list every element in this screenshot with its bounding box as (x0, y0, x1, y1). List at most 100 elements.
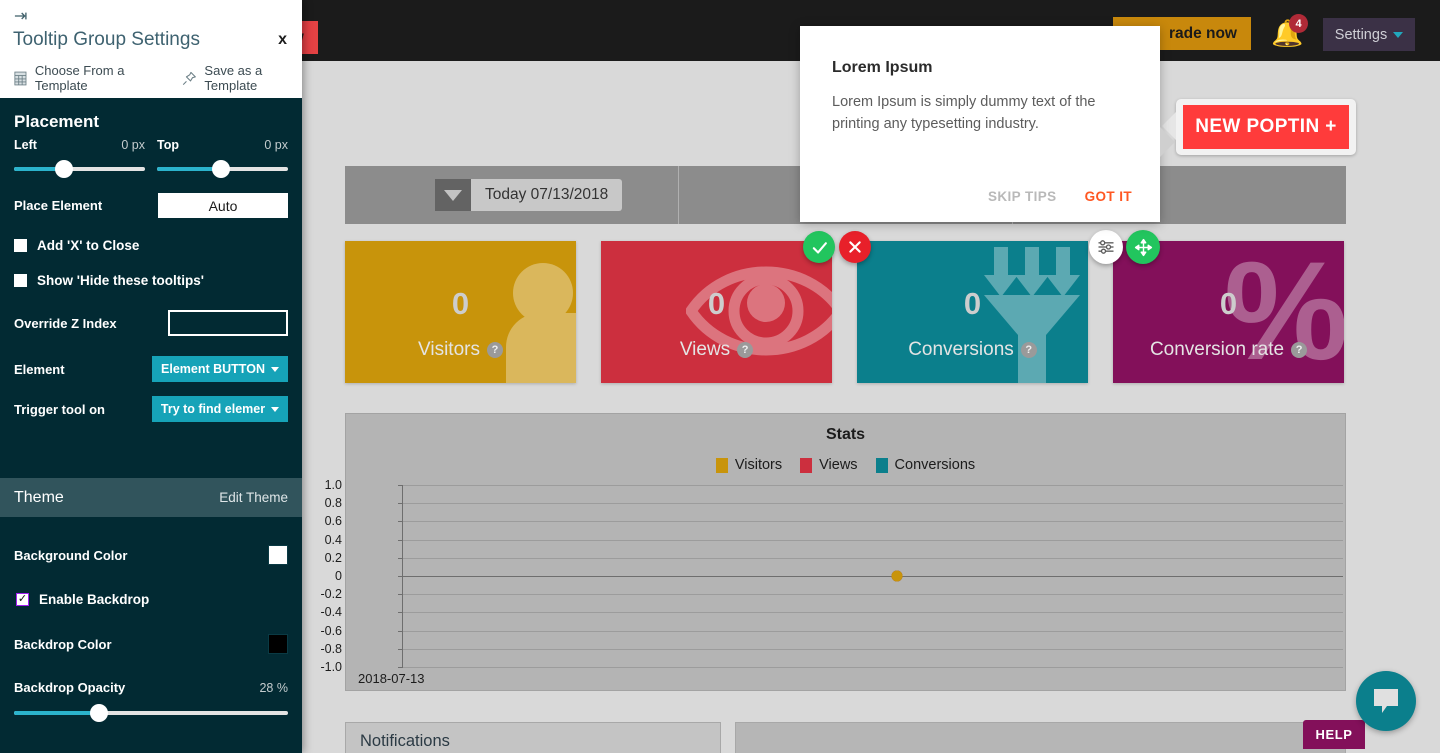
chart-y-tick-label: -0.8 (320, 641, 342, 656)
chart-tick (398, 667, 403, 668)
got-it-button[interactable]: GOT IT (1085, 189, 1132, 204)
date-range-value: Today 07/13/2018 (485, 186, 609, 203)
date-range-select[interactable]: Today 07/13/2018 (435, 179, 623, 211)
backdrop-opacity-slider[interactable] (14, 704, 288, 722)
chart-gridline (403, 503, 1343, 505)
drawer-header: ⇥ Tooltip Group Settings x Choose From a… (0, 0, 302, 98)
legend-swatch (800, 457, 813, 473)
enable-backdrop-checkbox[interactable]: ✓ (16, 593, 29, 606)
backdrop-color-label: Backdrop Color (14, 636, 112, 652)
chart-legend: Visitors Views Conversions (346, 457, 1345, 473)
stat-label: Visitors ? (345, 339, 576, 361)
stat-value: 0 (1219, 286, 1238, 321)
backdrop-opacity-unit: % (276, 681, 288, 695)
slider-knob[interactable] (212, 160, 231, 178)
stat-label-text: Visitors (418, 339, 480, 360)
stats-chart-panel: Stats Visitors Views Conversions 1.0 0.8 0… (320, 413, 1346, 691)
stat-label-text: Conversions (908, 339, 1014, 360)
question-icon[interactable]: ? (737, 342, 754, 358)
chevron-down-icon (435, 179, 471, 211)
close-icon[interactable]: x (278, 31, 287, 49)
stat-value: 0 (451, 286, 470, 321)
configure-button[interactable] (1089, 230, 1123, 264)
chevron-down-icon (270, 366, 279, 372)
placement-left-unit: px (131, 138, 145, 152)
collapse-panel-icon[interactable]: ⇥ (14, 9, 27, 25)
stat-value: 0 (963, 286, 982, 321)
placement-top-slider[interactable] (157, 160, 288, 178)
chart-gridline (403, 539, 1343, 541)
stat-label-text: Views (679, 339, 731, 360)
move-button[interactable] (1126, 230, 1160, 264)
slider-knob[interactable] (54, 160, 73, 178)
chart-title: Stats (825, 426, 866, 443)
help-button[interactable]: HELP (1303, 720, 1365, 749)
save-as-template-label: Save as a Template (204, 63, 263, 93)
backdrop-color-swatch[interactable] (268, 634, 288, 654)
notifications-panel-title: Notifications (360, 732, 450, 750)
legend-item-visitors[interactable]: Visitors (715, 457, 782, 473)
secondary-panel (735, 722, 1346, 753)
override-z-index-input[interactable] (168, 310, 288, 336)
stat-cards: 0 Visitors ? 0 Views ? 0 Conversions ? %… (345, 241, 1346, 383)
new-poptin-button[interactable]: NEW POPTIN + (1183, 105, 1349, 149)
show-hide-tooltips-checkbox[interactable] (14, 274, 27, 287)
chart-gridline (403, 612, 1343, 614)
chart-data-point[interactable] (891, 570, 902, 582)
placement-top-label: Top (157, 138, 179, 152)
chart-y-tick-label: 0.8 (324, 496, 342, 511)
element-label: Element (14, 361, 65, 377)
chevron-down-icon (1393, 31, 1404, 38)
stat-card-conversions[interactable]: 0 Conversions ? (857, 241, 1088, 383)
legend-item-conversions[interactable]: Conversions (875, 457, 975, 473)
tour-tooltip-heading: Lorem Ipsum (832, 59, 933, 76)
reject-button[interactable] (839, 231, 871, 263)
notification-count-badge: 4 (1289, 14, 1308, 33)
stat-card-views[interactable]: 0 Views ? (601, 241, 832, 383)
date-filter-cell: Today 07/13/2018 (345, 166, 679, 224)
placement-section-title: Placement (14, 112, 100, 131)
skip-tips-button[interactable]: SKIP TIPS (988, 189, 1057, 204)
chart-y-tick-label: -1.0 (320, 660, 342, 674)
choose-from-template-button[interactable]: Choose From a Template (14, 63, 160, 93)
background-color-swatch[interactable] (268, 545, 288, 565)
override-z-index-row: Override Z Index (0, 310, 302, 336)
edit-theme-button[interactable]: Edit Theme (219, 490, 288, 505)
question-icon[interactable]: ? (1020, 342, 1037, 358)
slider-knob[interactable] (89, 704, 108, 722)
chart-gridline (403, 576, 1343, 577)
settings-menu-button[interactable]: Settings (1323, 18, 1415, 51)
question-icon[interactable]: ? (486, 342, 503, 358)
add-x-to-close-row[interactable]: Add 'X' to Close (0, 238, 302, 253)
template-icon (14, 71, 27, 85)
stat-value: 0 (707, 286, 726, 321)
placement-left-slider[interactable] (14, 160, 145, 178)
trigger-tool-on-row: Trigger tool on Try to find elemer (0, 396, 302, 422)
add-x-to-close-label: Add 'X' to Close (37, 238, 140, 253)
placement-left-control: Left 0 px (14, 138, 145, 178)
save-as-template-button[interactable]: Save as a Template (182, 63, 302, 93)
slider-fill (14, 711, 99, 715)
drawer-title: Tooltip Group Settings (13, 29, 200, 50)
element-select[interactable]: Element BUTTON (152, 356, 288, 382)
approve-button[interactable] (803, 231, 835, 263)
chat-bubble-icon (1374, 689, 1398, 713)
tour-tooltip-actions: SKIP TIPS GOT IT (988, 189, 1132, 204)
stat-card-visitors[interactable]: 0 Visitors ? (345, 241, 576, 383)
add-x-to-close-checkbox[interactable] (14, 239, 27, 252)
legend-item-views[interactable]: Views (800, 457, 858, 473)
show-hide-tooltips-label: Show 'Hide these tooltips' (37, 273, 204, 288)
chart-x-tick-label: 2018-07-13 (358, 671, 425, 686)
stat-label: Conversions ? (857, 339, 1088, 361)
chat-widget-button[interactable] (1356, 671, 1416, 731)
notifications-button[interactable]: 🔔 4 (1271, 14, 1311, 52)
chart-y-tick-label: 1.0 (324, 478, 342, 492)
enable-backdrop-row[interactable]: ✓ Enable Backdrop (0, 592, 302, 607)
question-icon[interactable]: ? (1291, 342, 1308, 358)
trigger-tool-on-select[interactable]: Try to find elemer (152, 396, 288, 422)
chart-gridline (403, 485, 1343, 486)
place-element-select[interactable]: Auto (158, 193, 288, 218)
tour-tooltip: Lorem Ipsum Lorem Ipsum is simply dummy … (800, 26, 1175, 222)
show-hide-tooltips-row[interactable]: Show 'Hide these tooltips' (0, 273, 302, 288)
place-element-row: Place Element Auto (0, 193, 302, 218)
